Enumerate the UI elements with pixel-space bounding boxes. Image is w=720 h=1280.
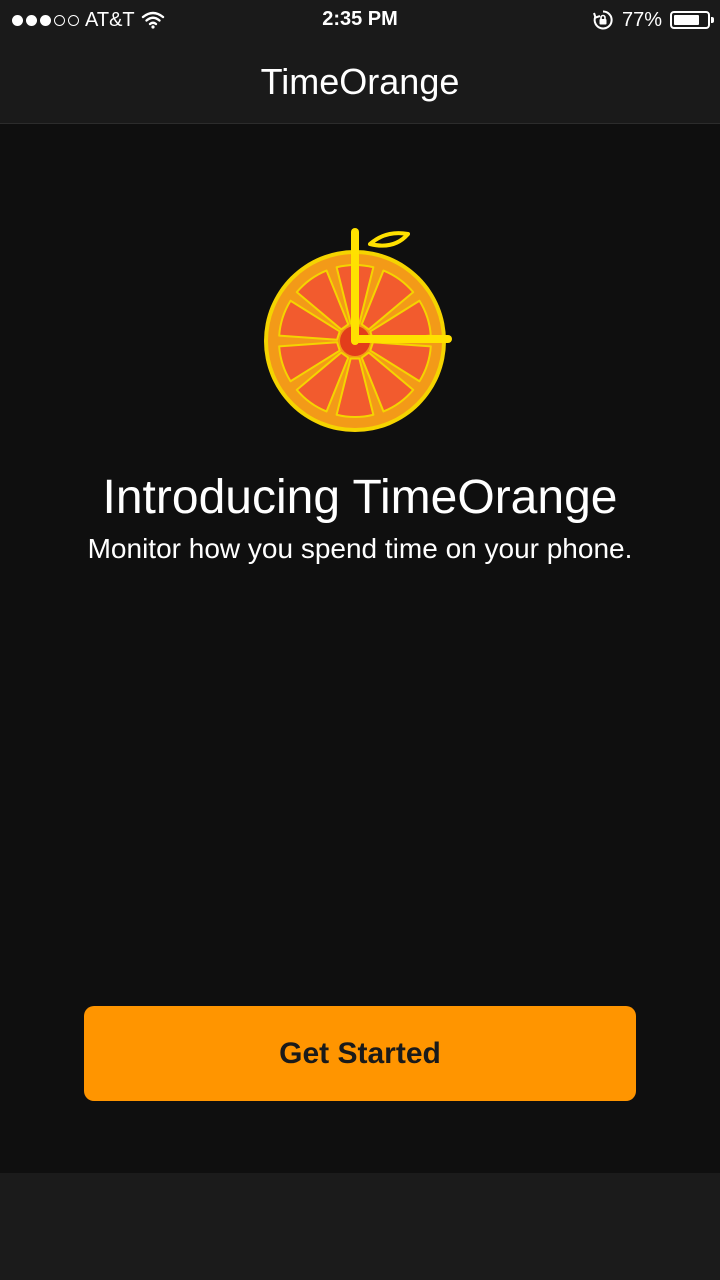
- battery-icon: [670, 11, 714, 29]
- bottom-bar: [0, 1173, 720, 1280]
- status-bar: AT&T 2:35 PM 77%: [0, 0, 720, 40]
- get-started-button[interactable]: Get Started: [84, 1006, 636, 1101]
- nav-title: TimeOrange: [260, 60, 460, 102]
- status-right: 77%: [592, 8, 714, 32]
- battery-percent: 77%: [621, 8, 662, 31]
- navigation-bar: TimeOrange: [0, 40, 720, 124]
- orange-clock-logo-icon: [264, 228, 452, 432]
- intro-subhead: Monitor how you spend time on your phone…: [87, 533, 633, 564]
- intro-headline: Introducing TimeOrange: [102, 471, 618, 524]
- rotation-lock-icon: [593, 10, 613, 30]
